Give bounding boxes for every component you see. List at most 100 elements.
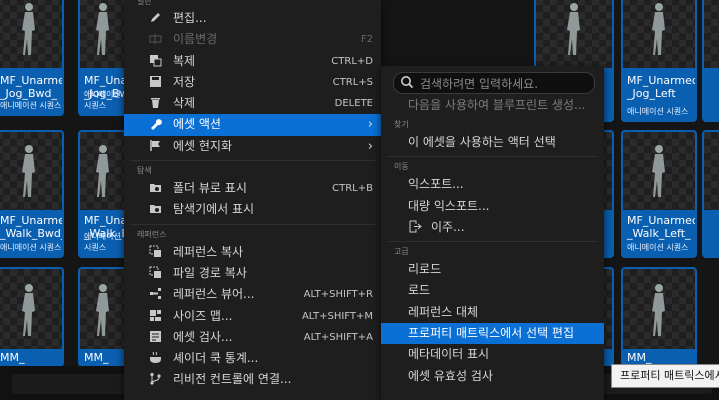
- menu-item-shader-cook-stats[interactable]: 셰이더 쿡 통계...: [124, 348, 381, 369]
- menu-item-label: 사이즈 맵...: [173, 308, 233, 323]
- menu-item-show-metadata[interactable]: 메타데이터 표시: [381, 344, 604, 365]
- menu-item-label: 에셋 현지화: [173, 138, 233, 153]
- asset-tile[interactable]: MM_: [0, 267, 64, 367]
- size-map-icon: [148, 309, 163, 324]
- menu-item-label: 저장: [173, 74, 196, 89]
- asset-thumbnail: [0, 132, 62, 210]
- asset-context-menu: 일반 편집... 이름변경 F2 복제 CTRL+D 저장 CTRL+S 삭제 …: [124, 0, 381, 400]
- menu-item-property-matrix[interactable]: 프로퍼티 매트릭스에서 선택 편집: [381, 323, 604, 345]
- menu-item-label: 이 에셋을 사용하는 액터 선택: [408, 135, 556, 149]
- menu-item-audit-assets[interactable]: 에셋 검사... ALT+SHIFT+A: [124, 327, 381, 348]
- asset-tile[interactable]: MM_: [621, 267, 697, 367]
- reference-graph-icon: [148, 287, 163, 302]
- migrate-icon: [408, 220, 423, 235]
- asset-thumbnail: [704, 0, 719, 68]
- menu-item-label: 대량 익스포트...: [408, 198, 490, 213]
- menu-item-show-in-folder-view[interactable]: 폴더 뷰로 표시 CTRL+B: [124, 178, 381, 199]
- character-figure-icon: [22, 145, 35, 197]
- menu-item-select-actors[interactable]: 이 에셋을 사용하는 액터 선택: [381, 132, 604, 153]
- menu-item-bulk-export[interactable]: 대량 익스포트...: [381, 196, 604, 217]
- asset-tile[interactable]: [702, 0, 719, 122]
- menu-item-export[interactable]: 익스포트...: [381, 174, 604, 195]
- shortcut-label: CTRL+S: [332, 76, 373, 88]
- copy-path-icon: [148, 266, 163, 281]
- menu-item-reload[interactable]: 리로드: [381, 259, 604, 280]
- asset-thumbnail: [80, 269, 126, 349]
- shortcut-label: F2: [360, 34, 373, 46]
- menu-item-replace-references[interactable]: 레퍼런스 대체: [381, 302, 604, 323]
- menu-item-label: 에셋 액션: [173, 117, 221, 132]
- menu-item-load[interactable]: 로드: [381, 280, 604, 301]
- copy-reference-icon: [148, 245, 163, 260]
- menu-item-rename[interactable]: 이름변경 F2: [124, 29, 381, 50]
- menu-item-save[interactable]: 저장 CTRL+S: [124, 72, 381, 93]
- asset-thumbnail: [0, 0, 62, 68]
- menu-divider: [130, 223, 375, 225]
- asset-tile[interactable]: MF_Unarmed _Jog_Bwd_ 애니메이션 시퀀스: [78, 0, 128, 116]
- asset-tile[interactable]: MF_Unarmed _Jog_Bwd_ 애니메이션 시퀀스: [0, 0, 64, 116]
- asset-name: MM_: [0, 351, 25, 364]
- section-header-move: 이동: [394, 162, 409, 172]
- submenu-search-box[interactable]: [393, 72, 595, 95]
- menu-item-label: 탐색기에서 표시: [173, 202, 255, 217]
- asset-thumbnail: [80, 132, 126, 210]
- menu-item-duplicate[interactable]: 복제 CTRL+D: [124, 51, 381, 72]
- asset-thumbnail: [0, 269, 62, 349]
- menu-item-label: 리로드: [408, 262, 442, 277]
- save-icon: [148, 75, 163, 90]
- menu-item-label: 익스포트...: [408, 177, 464, 192]
- menu-divider: [387, 241, 598, 243]
- menu-item-edit[interactable]: 편집...: [124, 8, 381, 29]
- shortcut-label: ALT+SHIFT+A: [303, 331, 373, 343]
- menu-item-label: 에셋 검사...: [173, 329, 233, 344]
- section-header-advanced: 고급: [394, 247, 409, 257]
- menu-item-asset-localization[interactable]: 에셋 현지화 ›: [124, 136, 381, 157]
- asset-tile[interactable]: MF_Unarmed _Walk_Bwd_ 애니메이션 시퀀스: [78, 130, 128, 258]
- menu-item-label: 이름변경: [173, 32, 218, 47]
- asset-type: 애니메이션 시퀀스: [627, 107, 689, 116]
- folder-open-icon: [148, 202, 163, 217]
- asset-thumbnail: [623, 132, 695, 210]
- menu-item-delete[interactable]: 삭제 DELETE: [124, 93, 381, 114]
- character-figure-icon: [22, 284, 35, 336]
- menu-item-label: 폴더 뷰로 표시: [173, 181, 247, 196]
- duplicate-icon: [148, 54, 163, 69]
- asset-type: 애니메이션 시퀀스: [84, 232, 121, 252]
- menu-item-migrate[interactable]: 이주...: [381, 217, 604, 238]
- search-icon: [401, 76, 414, 89]
- character-figure-icon: [567, 3, 580, 55]
- character-figure-icon: [96, 3, 109, 55]
- menu-item-copy-reference[interactable]: 레퍼런스 복사: [124, 242, 381, 263]
- menu-item-size-map[interactable]: 사이즈 맵... ALT+SHIFT+M: [124, 306, 381, 327]
- asset-name: MF_Unarmed _Jog_Bwd_: [0, 74, 62, 100]
- menu-item-copy-file-path[interactable]: 파일 경로 복사: [124, 263, 381, 284]
- search-input[interactable]: [418, 73, 592, 95]
- asset-tile[interactable]: MM_: [78, 267, 128, 367]
- menu-divider: [130, 160, 375, 162]
- asset-tile[interactable]: [702, 130, 719, 258]
- menu-item-connect-source-control[interactable]: 리비전 컨트롤에 연결...: [124, 369, 381, 390]
- branch-icon: [148, 372, 163, 387]
- asset-tile[interactable]: MF_Unarmed _Walk_Left_ 애니메이션 시퀀스: [621, 130, 697, 258]
- asset-tile[interactable]: MF_Unarmed _Jog_Left 애니메이션 시퀀스: [621, 0, 697, 122]
- menu-item-show-in-explorer[interactable]: 탐색기에서 표시: [124, 199, 381, 220]
- menu-item-label: 레퍼런스 대체: [408, 304, 479, 319]
- section-header-explore: 탐색: [137, 166, 152, 176]
- section-header-general: 일반: [137, 0, 152, 6]
- asset-thumbnail: [623, 269, 695, 349]
- menu-item-reference-viewer[interactable]: 레퍼런스 뷰어... ALT+SHIFT+R: [124, 284, 381, 305]
- asset-tile[interactable]: MF_Unarmed _Walk_Bwd_ 애니메이션 시퀀스: [0, 130, 64, 258]
- character-figure-icon: [652, 284, 665, 336]
- asset-type: 애니메이션 시퀀스: [0, 243, 62, 252]
- asset-name: MF_Unarmed _Walk_Left_: [627, 214, 697, 240]
- menu-item-asset-actions[interactable]: 에셋 액션 ›: [124, 114, 381, 136]
- section-header-references: 레퍼런스: [137, 229, 167, 239]
- shortcut-label: CTRL+D: [331, 55, 373, 67]
- menu-item-label: 에셋 유효성 검사: [408, 368, 493, 383]
- character-figure-icon: [652, 3, 665, 55]
- asset-thumbnail: [623, 0, 695, 68]
- wrench-icon: [148, 117, 163, 132]
- asset-type: 애니메이션 시퀀스: [0, 101, 62, 110]
- menu-item-validate-assets[interactable]: 에셋 유효성 검사: [381, 366, 604, 387]
- rename-icon: [148, 32, 163, 47]
